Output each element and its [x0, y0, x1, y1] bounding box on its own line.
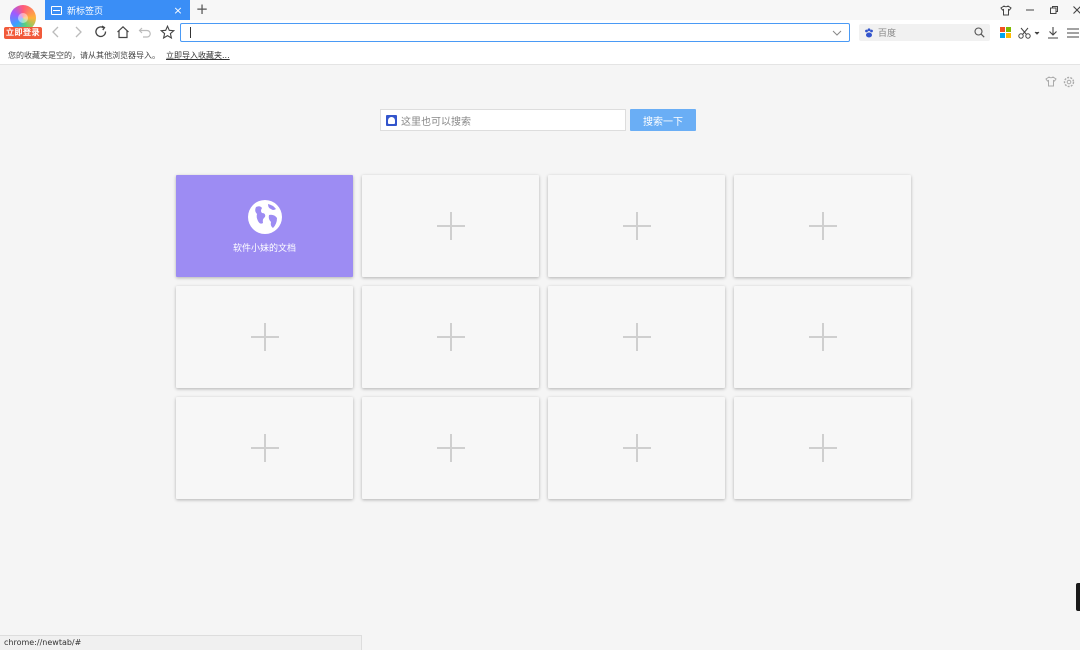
- user-avatar[interactable]: 立即登录: [4, 5, 42, 41]
- speed-dial-grid: 软件小妹的文档: [176, 175, 911, 499]
- side-edge-handle[interactable]: [1076, 583, 1080, 611]
- add-tile-button[interactable]: [362, 286, 539, 388]
- page-search: 这里也可以搜索 搜索一下: [380, 109, 696, 131]
- address-bar[interactable]: [180, 23, 850, 42]
- screenshot-scissors-icon[interactable]: [1016, 24, 1042, 41]
- minimize-icon[interactable]: [1021, 2, 1039, 18]
- download-icon[interactable]: [1045, 24, 1061, 41]
- plus-icon: [622, 434, 651, 462]
- plus-icon: [808, 434, 837, 462]
- search-button[interactable]: 搜索一下: [630, 109, 696, 131]
- search-engine-name: 百度: [878, 29, 897, 39]
- navigation-bar: 百度: [0, 20, 1080, 46]
- theme-shirt-icon[interactable]: [1045, 76, 1057, 87]
- back-icon[interactable]: [47, 23, 65, 41]
- plus-icon: [622, 323, 651, 351]
- tab-close-button[interactable]: ×: [172, 5, 184, 16]
- close-window-icon[interactable]: [1068, 2, 1080, 18]
- globe-icon: [247, 199, 282, 234]
- reload-icon[interactable]: [92, 23, 110, 41]
- search-placeholder: 这里也可以搜索: [401, 116, 471, 128]
- add-tile-button[interactable]: [176, 286, 353, 388]
- add-tile-button[interactable]: [548, 286, 725, 388]
- page-search-input[interactable]: 这里也可以搜索: [380, 109, 626, 131]
- plus-icon: [436, 434, 465, 462]
- settings-gear-icon[interactable]: [1063, 76, 1075, 88]
- search-icon[interactable]: [974, 27, 985, 38]
- restore-icon[interactable]: [1045, 2, 1063, 18]
- forward-icon[interactable]: [69, 23, 87, 41]
- search-engine-icon: [386, 114, 397, 126]
- tab-title: 新标签页: [67, 6, 104, 17]
- plus-icon: [436, 212, 465, 240]
- bookmark-bar: 您的收藏夹是空的，请从其他浏览器导入。 立即导入收藏夹...: [0, 46, 1080, 65]
- plus-icon: [436, 323, 465, 351]
- add-tile-button[interactable]: [548, 397, 725, 499]
- status-bar: chrome://newtab/#: [0, 635, 362, 650]
- tile-label: 软件小妹的文档: [232, 243, 296, 254]
- skin-icon[interactable]: [997, 2, 1015, 18]
- baidu-paw-icon: [865, 27, 873, 37]
- add-tile-button[interactable]: [734, 286, 911, 388]
- toolbar-search-box[interactable]: 百度: [859, 24, 990, 41]
- tab-new-tab[interactable]: 新标签页 ×: [45, 0, 190, 20]
- apps-grid-icon[interactable]: [998, 24, 1012, 41]
- add-tile-button[interactable]: [362, 175, 539, 277]
- chevron-down-icon[interactable]: [831, 26, 843, 40]
- plus-icon: [808, 212, 837, 240]
- page-corner-tools: [1045, 76, 1075, 88]
- add-tile-button[interactable]: [548, 175, 725, 277]
- import-bookmarks-link[interactable]: 立即导入收藏夹...: [166, 50, 230, 61]
- add-tile-button[interactable]: [734, 175, 911, 277]
- add-tile-button[interactable]: [734, 397, 911, 499]
- home-icon[interactable]: [114, 23, 132, 41]
- add-tile-button[interactable]: [176, 397, 353, 499]
- plus-icon: [622, 212, 651, 240]
- plus-icon: [250, 434, 279, 462]
- plus-icon: [808, 323, 837, 351]
- plus-icon: [250, 323, 279, 351]
- login-badge[interactable]: 立即登录: [4, 27, 42, 39]
- speed-dial-tile[interactable]: 软件小妹的文档: [176, 175, 353, 277]
- tab-page-icon: [51, 5, 62, 15]
- text-caret: [190, 27, 191, 38]
- undo-icon[interactable]: [136, 23, 154, 41]
- menu-icon[interactable]: [1066, 24, 1080, 41]
- star-icon[interactable]: [158, 23, 176, 41]
- add-tile-button[interactable]: [362, 397, 539, 499]
- new-tab-button[interactable]: +: [195, 1, 209, 17]
- bookmark-empty-text: 您的收藏夹是空的，请从其他浏览器导入。: [8, 50, 160, 60]
